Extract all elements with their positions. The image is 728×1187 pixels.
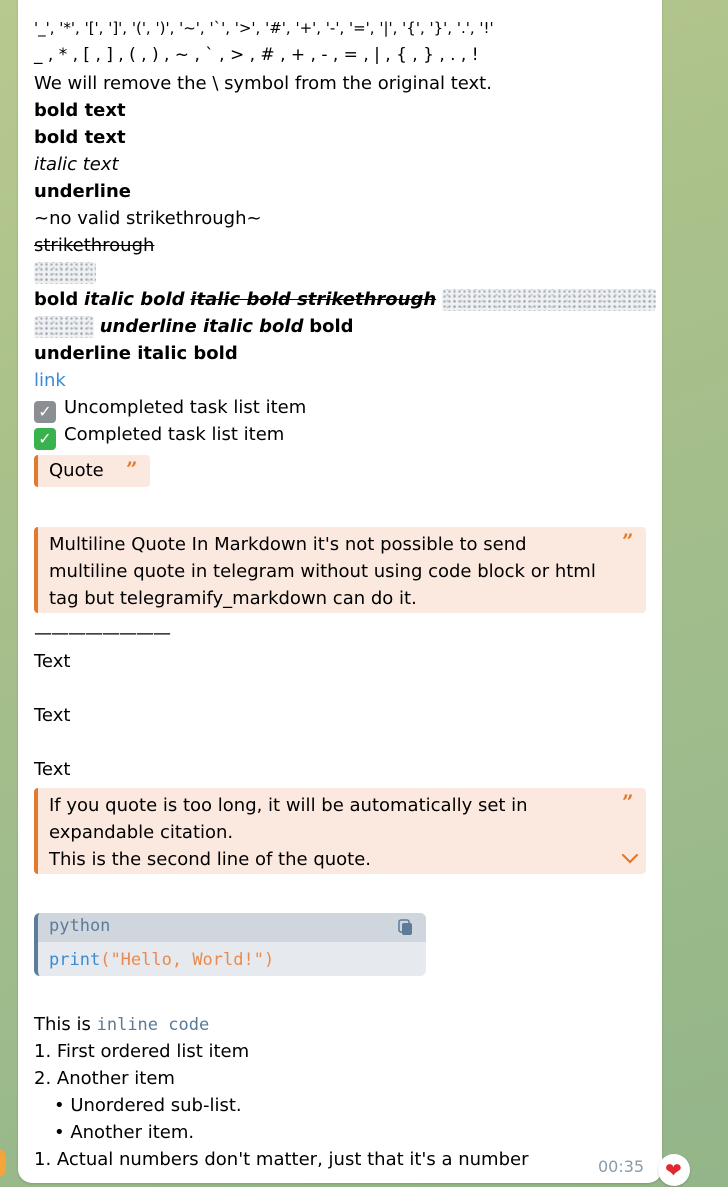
reaction-badge[interactable]: ❤ xyxy=(658,1154,690,1186)
italic-text: italic text xyxy=(34,154,119,175)
quote-line: If you quote is too long, it will be aut… xyxy=(49,795,528,816)
symbols-line: _ , * , [ , ] , ( , ) , ~ , ` , > , # , … xyxy=(34,45,479,65)
inline-code-line: This is inline code xyxy=(34,1011,209,1039)
bold-text-1: bold text xyxy=(34,100,126,121)
text-line-2: Text xyxy=(34,705,71,726)
quote-line: multiline quote in telegram without usin… xyxy=(49,561,596,582)
quote-line: tag but telegramify_markdown can do it. xyxy=(49,588,417,609)
quote-multiline: Multiline Quote In Markdown it's not pos… xyxy=(34,527,646,613)
copy-icon[interactable] xyxy=(398,919,414,937)
list-item: 2. Another item xyxy=(34,1068,175,1089)
quote-icon: ” xyxy=(622,790,634,814)
checkmark-green-icon: ✓ xyxy=(34,428,56,450)
link[interactable]: link xyxy=(34,367,66,394)
strikethrough-text: strikethrough xyxy=(34,235,155,256)
checkmark-grey-icon: ✓ xyxy=(34,401,56,423)
bold-text-2: bold text xyxy=(34,127,126,148)
italic-bold-strike-span: italic bold strikethrough xyxy=(190,289,437,310)
code-block-header: python xyxy=(38,913,426,942)
code-string: "Hello, World!" xyxy=(110,950,264,970)
bold-span: bold xyxy=(34,289,79,310)
underline-italic-bold-span: underline italic bold xyxy=(99,316,304,337)
text-line-1: Text xyxy=(34,651,71,672)
underline-italic-bold-line: underline italic bold xyxy=(34,343,238,364)
quote-line: Multiline Quote In Markdown it's not pos… xyxy=(49,534,527,555)
task-item-uncompleted: ✓ Uncompleted task list item xyxy=(34,394,306,423)
list-item: • Unordered sub-list. xyxy=(54,1095,242,1116)
underline-text: underline xyxy=(34,181,131,202)
list-item: • Another item. xyxy=(54,1122,195,1143)
bold-span: bold xyxy=(309,316,354,337)
spoiler[interactable] xyxy=(441,289,656,311)
quote-line: This is the second line of the quote. xyxy=(49,849,372,870)
code-paren-close: ) xyxy=(263,950,275,970)
avatar-edge xyxy=(0,1148,6,1178)
quote-icon: ” xyxy=(622,529,634,553)
escaped-chars-line: '_', '*', '[', ']', '(', ')', '~', '`', … xyxy=(34,19,494,37)
quote-expandable[interactable]: If you quote is too long, it will be aut… xyxy=(34,788,646,874)
chevron-down-icon[interactable] xyxy=(621,852,639,864)
code-func: print xyxy=(49,950,101,970)
task-label: Completed task list item xyxy=(64,424,285,445)
remove-backslash-line: We will remove the \ symbol from the ori… xyxy=(34,73,492,94)
quote-text: Quote xyxy=(49,460,104,481)
mixed-format-line-2: underline italic bold bold xyxy=(34,313,354,340)
quote-short: Quote ” xyxy=(34,455,150,487)
heart-icon: ❤ xyxy=(665,1158,682,1182)
code-line[interactable]: print("Hello, World!") xyxy=(49,949,274,971)
quote-icon: ” xyxy=(126,457,138,481)
code-language: python xyxy=(49,916,111,936)
code-paren-open: ( xyxy=(100,950,111,970)
code-block: python print("Hello, World!") xyxy=(34,913,426,976)
list-item: 1. Actual numbers don't matter, just tha… xyxy=(34,1149,529,1170)
quote-line: expandable citation. xyxy=(49,822,234,843)
horizontal-rule: ———————— xyxy=(34,623,171,644)
spoiler[interactable] xyxy=(34,262,96,284)
task-item-completed: ✓ Completed task list item xyxy=(34,421,284,450)
inline-code-prefix: This is xyxy=(34,1014,97,1035)
inline-code[interactable]: inline code xyxy=(97,1015,210,1035)
mixed-format-line: bold italic bold italic bold strikethrou… xyxy=(34,286,656,313)
no-valid-strikethrough: ~no valid strikethrough~ xyxy=(34,208,262,229)
spoiler[interactable] xyxy=(34,316,94,338)
text-line-3: Text xyxy=(34,759,71,780)
spoiler-line-1[interactable] xyxy=(34,259,96,286)
message-time: 00:35 xyxy=(598,1157,645,1176)
italic-bold-span: italic bold xyxy=(84,289,185,310)
list-item: 1. First ordered list item xyxy=(34,1041,250,1062)
task-label: Uncompleted task list item xyxy=(64,397,307,418)
